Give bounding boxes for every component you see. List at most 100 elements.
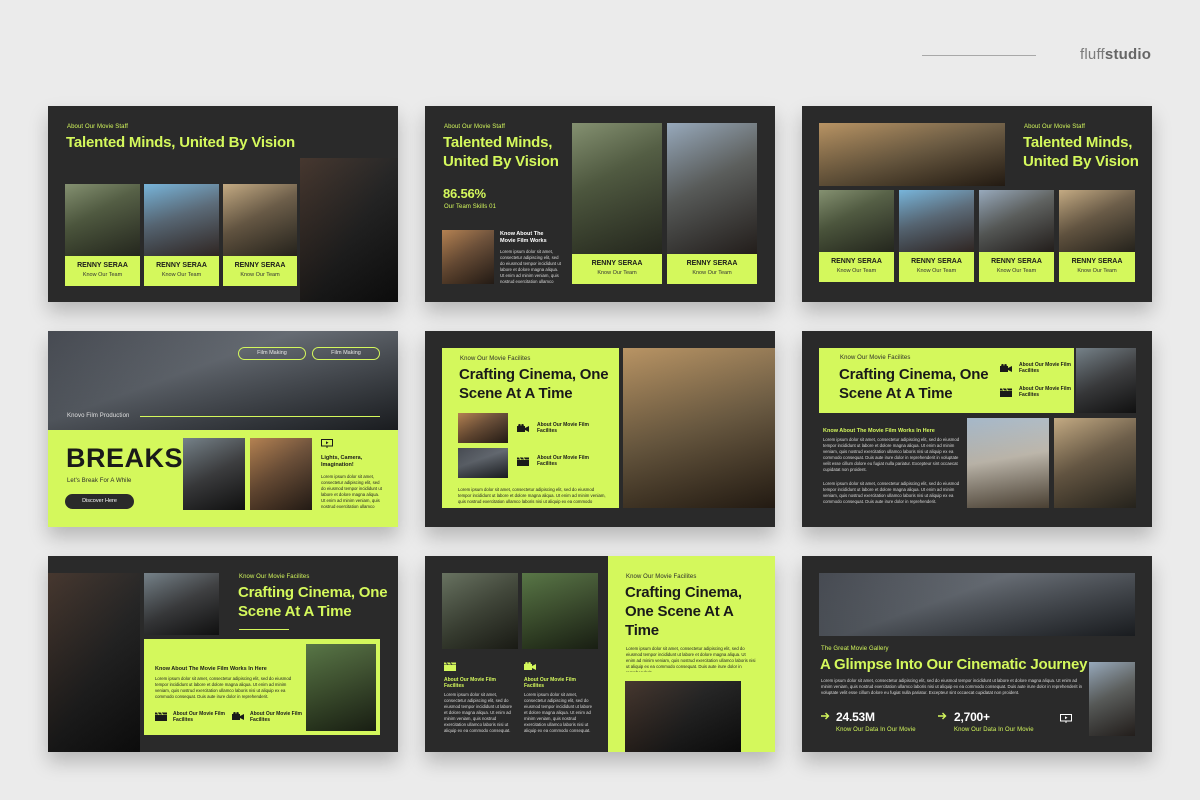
feature-heading: Lights, Camera, Imagination! <box>321 455 363 468</box>
team-card-label: RENNY SERAA Know Our Team <box>979 252 1054 282</box>
team-card-label: RENNY SERAA Know Our Team <box>572 254 662 284</box>
stat-value: 86.56% <box>443 186 486 201</box>
arrow-right-icon <box>821 712 830 720</box>
slide-facilities-2[interactable]: Know Our Movie Facilites Crafting Cinema… <box>802 331 1152 527</box>
photo-thumb <box>522 573 598 649</box>
team-card-label: RENNY SERAA Know Our Team <box>65 256 140 286</box>
slide-eyebrow: Know Our Movie Facilites <box>239 574 310 580</box>
slide-title: A Glimpse Into Our Cinematic Journey <box>820 656 1088 673</box>
photo-thumb <box>442 230 494 284</box>
facility-label: About Our Movie Film Facilites <box>537 422 589 434</box>
team-card-label: RENNY SERAA Know Our Team <box>144 256 219 286</box>
video-camera-icon <box>1000 364 1012 372</box>
slide-title: BREAKS <box>66 443 184 473</box>
body-text: Lorem ipsum dolor sit amet, consectetur … <box>524 692 593 733</box>
body-text: Lorem ipsum dolor sit amet, consectetur … <box>444 692 513 733</box>
film-crew-photo <box>625 681 741 752</box>
clapperboard-icon <box>517 457 529 466</box>
presentation-icon <box>1060 714 1072 723</box>
slide-gallery[interactable]: The Great Movie Gallery A Glimpse Into O… <box>802 556 1152 752</box>
team-card-label: RENNY SERAA Know Our Team <box>819 252 894 282</box>
photo-thumb <box>144 573 219 635</box>
slide-breaks[interactable]: Film Making Film Making Knovo Film Produ… <box>48 331 398 527</box>
camera-photo <box>300 158 398 302</box>
photo-thumb <box>442 573 518 649</box>
outdoor-photo <box>306 644 376 731</box>
photo-thumb <box>250 438 312 510</box>
team-photo <box>899 190 974 252</box>
body-text: Lorem ipsum dolor sit amet, consectetur … <box>321 474 382 509</box>
clapperboard-icon <box>444 662 456 671</box>
stat-value: 2,700+ <box>954 710 990 724</box>
slide-title: Crafting Cinema, One Scene At A Time <box>625 584 742 639</box>
photo-thumb <box>183 438 245 510</box>
slide-title: Crafting Cinema, One Scene At A Time <box>238 584 388 620</box>
team-card-label: RENNY SERAA Know Our Team <box>899 252 974 282</box>
team-photo <box>819 190 894 252</box>
body-text: Lorem ipsum dolor sit amet, consectetur … <box>823 481 960 504</box>
slide-facilities-1[interactable]: Know Our Movie Facilites Crafting Cinema… <box>425 331 775 527</box>
gallery-photo <box>1054 418 1136 508</box>
facility-label: About Our Movie Film Facilites <box>537 455 589 467</box>
team-card-label: RENNY SERAA Know Our Team <box>667 254 757 284</box>
slide-team-2[interactable]: About Our Movie Staff Talented Minds, Un… <box>425 106 775 302</box>
video-camera-icon <box>517 424 529 432</box>
team-photo <box>223 184 297 256</box>
slide-title: Crafting Cinema, One Scene At A Time <box>839 366 989 402</box>
slide-team-1[interactable]: About Our Movie Staff Talented Minds, Un… <box>48 106 398 302</box>
team-photo <box>65 184 140 256</box>
team-card-label: RENNY SERAA Know Our Team <box>223 256 297 286</box>
film-crew-photo <box>48 573 140 752</box>
photo-thumb <box>458 413 508 443</box>
slide-title: Talented Minds, United By Vision <box>66 134 295 151</box>
team-card-label: RENNY SERAA Know Our Team <box>1059 252 1135 282</box>
stat-label: Know Our Data In Our Movie <box>954 727 1034 733</box>
tag-pill[interactable]: Film Making <box>238 347 306 360</box>
slide-title: Crafting Cinema, One Scene At A Time <box>459 366 609 402</box>
stat-value: 24.53M <box>836 710 875 724</box>
tag-pill[interactable]: Film Making <box>312 347 380 360</box>
facility-label: About Our Movie Film Facilites <box>444 677 496 689</box>
discover-button[interactable]: Discover Here <box>65 494 134 509</box>
slide-team-3[interactable]: About Our Movie Staff Talented Minds, Un… <box>802 106 1152 302</box>
slide-eyebrow: Know Our Movie Facilites <box>460 356 531 362</box>
divider-line <box>140 416 380 417</box>
facility-label: About Our Movie Film Facilites <box>524 677 576 689</box>
body-text: Lorem ipsum dolor sit amet, consectetur … <box>821 678 1083 695</box>
video-camera-icon <box>524 662 536 670</box>
camera-photo <box>819 123 1005 186</box>
slide-facilities-4[interactable]: About Our Movie Film Facilites Lorem ips… <box>425 556 775 752</box>
divider-line <box>239 629 289 630</box>
clapperboard-icon <box>155 712 167 721</box>
presentation-preview: fluffstudio About Our Movie Staff Talent… <box>0 0 1200 800</box>
body-text: Lorem ipsum dolor sit amet, consectetur … <box>626 646 756 672</box>
slide-eyebrow: Knovo Film Production <box>67 413 130 419</box>
stat-label: Our Team Skills 01 <box>444 204 497 210</box>
slide-eyebrow: About Our Movie Staff <box>1024 124 1086 130</box>
film-set-photo <box>819 573 1135 636</box>
slide-title: Talented Minds, United By Vision <box>1023 134 1139 170</box>
facility-label: About Our Movie Film Facilites <box>1019 386 1071 398</box>
film-crew-photo <box>623 348 775 508</box>
team-photo <box>979 190 1054 252</box>
know-heading: Know About The Movie Film Works <box>500 231 547 244</box>
body-text: Lorem ipsum dolor sit amet, consectetur … <box>823 437 960 472</box>
photo-thumb <box>1076 348 1136 413</box>
team-photo <box>144 184 219 256</box>
stat-label: Know Our Data In Our Movie <box>836 727 916 733</box>
slide-subtitle: Let's Break For A While <box>67 478 132 484</box>
body-text: Lorem ipsum dolor sit amet, consectetur … <box>500 249 561 284</box>
team-photo <box>667 123 757 254</box>
slide-eyebrow: About Our Movie Staff <box>444 124 506 130</box>
photo-thumb <box>1089 662 1135 736</box>
clapperboard-icon <box>1000 388 1012 397</box>
presentation-icon <box>321 439 333 448</box>
body-text: Lorem ipsum dolor sit amet, consectetur … <box>155 676 292 699</box>
facility-label: About Our Movie Film Facilites <box>250 711 302 723</box>
arrow-right-icon <box>938 712 947 720</box>
brand-logo: fluffstudio <box>1080 46 1152 63</box>
know-heading: Know About The Movie Film Works In Here <box>155 666 267 672</box>
team-photo <box>1059 190 1135 252</box>
body-text: Lorem ipsum dolor sit amet, consectetur … <box>458 487 606 504</box>
slide-facilities-3[interactable]: Know Our Movie Facilites Crafting Cinema… <box>48 556 398 752</box>
